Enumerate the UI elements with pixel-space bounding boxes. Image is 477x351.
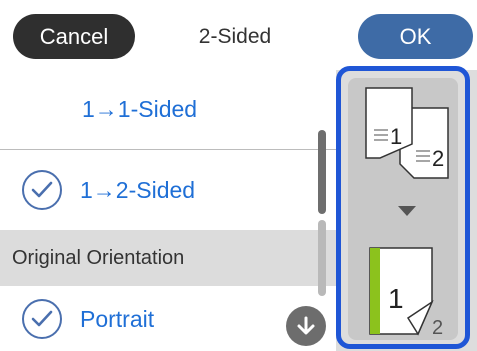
arrow-down-icon bbox=[297, 316, 315, 335]
top-bar: Cancel 2-Sided OK bbox=[0, 0, 477, 70]
output-front-number: 1 bbox=[388, 283, 404, 314]
duplex-preview-illustration: 2 1 1 2 bbox=[365, 87, 449, 339]
scrollbar-track[interactable] bbox=[318, 220, 326, 296]
settings-list: 1→1-Sided 1→2-Sided Original Orientation… bbox=[0, 70, 336, 351]
page-title: 2-Sided bbox=[198, 24, 272, 48]
list-item-1-1-sided[interactable]: 1→1-Sided bbox=[0, 70, 336, 150]
section-header-original-orientation: Original Orientation bbox=[0, 230, 336, 286]
scrollbar-thumb[interactable] bbox=[318, 130, 326, 214]
ok-button[interactable]: OK bbox=[358, 14, 473, 59]
scroll-down-button[interactable] bbox=[286, 306, 326, 346]
list-item-label: Portrait bbox=[80, 305, 155, 332]
arrow-down-icon bbox=[398, 206, 416, 216]
cancel-button[interactable]: Cancel bbox=[13, 14, 135, 59]
source-page-1-number: 1 bbox=[390, 124, 402, 149]
list-item-label: 1→2-Sided bbox=[80, 176, 196, 203]
list-item-portrait[interactable]: Portrait bbox=[0, 286, 336, 351]
source-page-2-number: 2 bbox=[432, 146, 444, 171]
list-item-label: 1→1-Sided bbox=[82, 96, 198, 122]
source-page-1 bbox=[365, 87, 413, 159]
check-icon bbox=[22, 170, 62, 210]
check-icon bbox=[22, 299, 62, 339]
list-item-1-2-sided[interactable]: 1→2-Sided bbox=[0, 150, 336, 230]
output-back-number: 2 bbox=[432, 317, 443, 339]
section-header-label: Original Orientation bbox=[12, 246, 185, 269]
